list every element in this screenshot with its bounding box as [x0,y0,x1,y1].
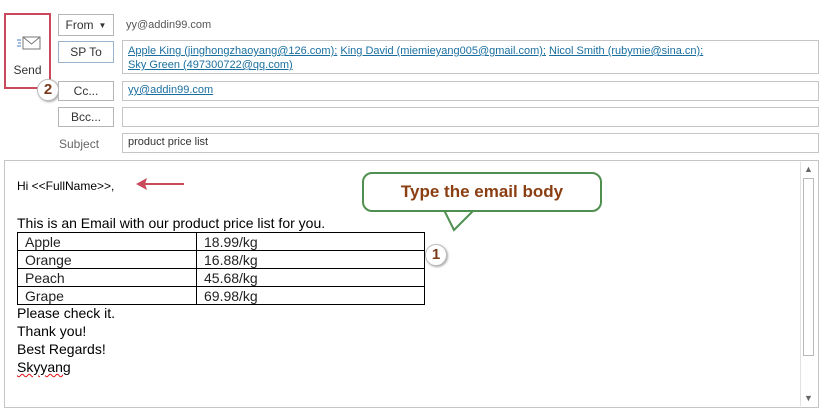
price-cell: 16.88/kg [196,250,425,269]
from-button[interactable]: From ▼ [58,14,114,36]
product-cell: Peach [17,268,197,287]
table-row: Orange 16.88/kg [17,250,425,269]
table-row: Apple 18.99/kg [17,232,425,251]
cc-button[interactable]: Cc... [58,81,114,101]
bcc-field[interactable] [122,107,819,127]
recipient-apple-king[interactable]: Apple King (jinghongzhaoyang@126.com); [128,45,337,57]
chevron-down-icon: ▼ [98,20,107,30]
send-mail-icon [17,36,41,50]
scroll-thumb[interactable] [803,178,814,356]
price-cell: 45.68/kg [196,268,425,287]
cc-recipient[interactable]: yy@addin99.com [128,84,213,96]
table-row: Grape 69.98/kg [17,286,425,305]
table-row: Peach 45.68/kg [17,268,425,287]
callout-type-email-body: Type the email body [362,172,602,212]
price-cell: 69.98/kg [196,286,425,305]
signature: Skyyang [17,359,71,375]
step-badge-2: 2 [37,79,59,101]
intro-text: This is an Email with our product price … [17,215,326,231]
line-regards: Best Regards! [17,341,106,357]
vertical-scrollbar[interactable]: ▲ ▼ [800,162,816,406]
product-cell: Orange [17,250,197,269]
bcc-button[interactable]: Bcc... [58,107,114,127]
from-label: From [65,18,94,32]
to-field[interactable]: Apple King (jinghongzhaoyang@126.com); K… [122,40,819,74]
line-check: Please check it. [17,305,116,321]
scroll-up-icon[interactable]: ▲ [801,162,816,176]
scroll-down-icon[interactable]: ▼ [801,391,816,405]
arrow-left-icon [136,178,184,190]
price-cell: 18.99/kg [196,232,425,251]
subject-field[interactable]: product price list [122,133,819,153]
to-button[interactable]: SP To [58,41,114,63]
from-value: yy@addin99.com [126,19,212,31]
product-cell: Grape [17,286,197,305]
step-badge-1: 1 [425,244,447,266]
send-button[interactable]: Send [4,13,51,89]
price-table: Apple 18.99/kg Orange 16.88/kg Peach 45.… [17,232,425,305]
cc-label: Cc... [73,84,99,98]
recipient-nicol-smith[interactable]: Nicol Smith (rubymie@sina.cn); [549,45,703,57]
cc-field[interactable]: yy@addin99.com [122,81,819,101]
product-cell: Apple [17,232,197,251]
subject-label: Subject [59,137,100,151]
send-label: Send [13,63,42,77]
to-label: SP To [70,45,102,59]
greeting-text: Hi <<FullName>>, [17,179,115,193]
bcc-label: Bcc... [70,110,101,124]
recipient-sky-green[interactable]: Sky Green (497300722@qq.com) [128,59,293,71]
line-thanks: Thank you! [17,323,87,339]
recipient-king-david[interactable]: King David (miemieyang005@gmail.com); [340,45,546,57]
